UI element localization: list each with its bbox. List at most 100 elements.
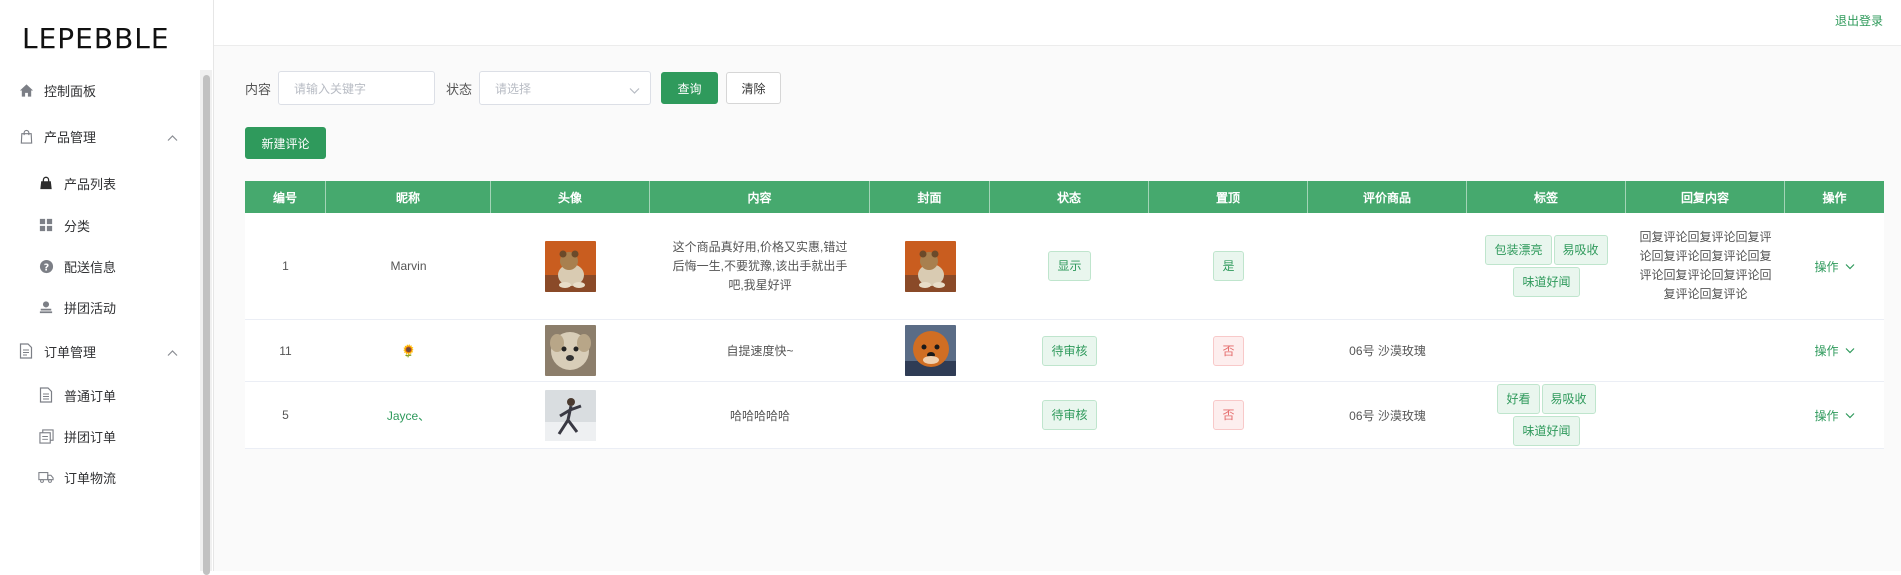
actions-dropdown[interactable]: 操作 bbox=[1814, 407, 1854, 424]
sidebar-item-label: 拼团活动 bbox=[64, 300, 117, 316]
tag-chip: 好看 bbox=[1497, 384, 1540, 414]
status-badge: 待审核 bbox=[1042, 335, 1097, 366]
avatar-image[interactable] bbox=[545, 240, 596, 292]
sidebar-item-label: 产品列表 bbox=[64, 176, 117, 192]
actions-label: 操作 bbox=[1814, 259, 1839, 274]
sidebar-scrollbar[interactable] bbox=[200, 70, 212, 575]
status-badge: 待审核 bbox=[1042, 400, 1097, 430]
cell-cover bbox=[870, 213, 990, 319]
status-select-placeholder: 请选择 bbox=[495, 81, 532, 96]
cell-product bbox=[1308, 213, 1467, 319]
cell-avatar bbox=[491, 382, 650, 448]
cell-status: 显示 bbox=[990, 213, 1149, 319]
user-icon bbox=[38, 299, 54, 315]
sidebar-item-group-buy[interactable]: 拼团活动 bbox=[0, 292, 196, 322]
sidebar-item-product-list[interactable]: 产品列表 bbox=[0, 168, 196, 198]
col-header-actions: 操作 bbox=[1822, 190, 1847, 205]
cover-image[interactable] bbox=[904, 325, 956, 376]
avatar-image[interactable] bbox=[545, 325, 596, 376]
sidebar-item-dashboard[interactable]: 控制面板 bbox=[0, 75, 196, 105]
col-header-status: 状态 bbox=[990, 181, 1149, 213]
sidebar-item-label: 产品管理 bbox=[44, 129, 97, 145]
chevron-down-icon bbox=[1845, 412, 1854, 418]
table-row: 5 Jayce、 哈哈哈哈哈 待审核 否 06号 沙漠玫瑰 好看 易吸收 味道好… bbox=[245, 382, 1884, 449]
cell-tags bbox=[1467, 320, 1626, 381]
grid-icon bbox=[38, 217, 54, 233]
clear-button[interactable]: 清除 bbox=[726, 72, 782, 104]
col-header-reply: 回复内容 bbox=[1626, 181, 1785, 213]
content-search-input[interactable]: 请输入关键字 bbox=[278, 71, 436, 105]
cell-reply bbox=[1626, 382, 1785, 448]
file-icon bbox=[38, 387, 54, 403]
cell-status: 待审核 bbox=[990, 320, 1149, 381]
col-header-id: 编号 bbox=[245, 181, 326, 213]
table-row: 11 🌻 自提速度快~ 待审核 否 06号 沙漠玫瑰 操作 bbox=[245, 320, 1884, 382]
scrollbar-thumb[interactable] bbox=[203, 75, 210, 575]
sidebar-item-label: 普通订单 bbox=[64, 388, 117, 404]
cell-tags: 包装漂亮 易吸收 味道好闻 bbox=[1467, 213, 1626, 319]
cell-product: 06号 沙漠玫瑰 bbox=[1349, 408, 1426, 423]
cell-status: 待审核 bbox=[990, 382, 1149, 448]
col-header-pinned: 置顶 bbox=[1149, 181, 1308, 213]
pinned-badge: 否 bbox=[1213, 335, 1244, 366]
pinned-badge: 否 bbox=[1213, 400, 1244, 430]
status-badge: 显示 bbox=[1048, 251, 1091, 281]
sidebar-item-label: 配送信息 bbox=[64, 259, 117, 275]
tag-chip: 易吸收 bbox=[1553, 235, 1608, 265]
pinned-badge: 是 bbox=[1213, 251, 1244, 281]
sidebar-item-normal-orders[interactable]: 普通订单 bbox=[0, 380, 196, 410]
cell-content: 哈哈哈哈哈 bbox=[729, 408, 790, 423]
cell-pinned: 是 bbox=[1149, 213, 1308, 319]
cell-actions: 操作 bbox=[1785, 213, 1884, 319]
content-search-placeholder: 请输入关键字 bbox=[294, 81, 367, 96]
table-header: 编号 昵称 头像 内容 封面 状态 置顶 评价商品 标签 回复内容 操作 bbox=[245, 181, 1884, 213]
cell-nickname: Marvin bbox=[390, 259, 427, 273]
chevron-down-icon bbox=[1845, 348, 1854, 354]
cell-pinned: 否 bbox=[1149, 320, 1308, 381]
comments-table: 编号 昵称 头像 内容 封面 状态 置顶 评价商品 标签 回复内容 操作 1 M… bbox=[245, 181, 1884, 449]
cell-product: 06号 沙漠玫瑰 bbox=[1349, 344, 1426, 358]
actions-label: 操作 bbox=[1814, 344, 1839, 358]
document-icon bbox=[18, 343, 34, 359]
cell-reply: 回复评论回复评论回复评论回复评论回复评论回复评论回复评论回复评论回复评论回复评论 bbox=[1639, 230, 1772, 301]
tag-chip: 包装漂亮 bbox=[1485, 235, 1552, 265]
cell-id: 11 bbox=[279, 343, 292, 358]
col-header-tags: 标签 bbox=[1467, 181, 1626, 213]
status-select[interactable]: 请选择 bbox=[479, 71, 652, 105]
cover-image[interactable] bbox=[904, 240, 956, 292]
actions-label: 操作 bbox=[1814, 408, 1839, 423]
col-header-avatar: 头像 bbox=[491, 181, 650, 213]
top-header: 退出登录 bbox=[214, 0, 1901, 46]
cell-tags: 好看 易吸收 味道好闻 bbox=[1467, 382, 1626, 448]
cell-avatar bbox=[491, 320, 650, 381]
chevron-up-icon bbox=[167, 345, 178, 360]
files-icon bbox=[38, 428, 54, 444]
actions-dropdown[interactable]: 操作 bbox=[1814, 258, 1854, 275]
sidebar-item-label: 订单管理 bbox=[44, 344, 97, 360]
cell-avatar bbox=[491, 213, 650, 319]
cell-id: 5 bbox=[282, 408, 289, 422]
cell-pinned: 否 bbox=[1149, 382, 1308, 448]
col-header-product: 评价商品 bbox=[1308, 181, 1467, 213]
sidebar-item-category[interactable]: 分类 bbox=[0, 210, 196, 240]
home-icon bbox=[18, 82, 34, 98]
sidebar-item-group-orders[interactable]: 拼团订单 bbox=[0, 421, 196, 451]
svg-text:?: ? bbox=[43, 262, 48, 273]
new-comment-button[interactable]: 新建评论 bbox=[245, 127, 326, 159]
sidebar-item-label: 分类 bbox=[64, 218, 91, 234]
tag-chip: 味道好闻 bbox=[1513, 416, 1580, 446]
main-content: 内容 请输入关键字 状态 请选择 查询 清除 新建评论 编号 昵称 头像 内容 … bbox=[214, 46, 1901, 571]
cell-nickname: 🌻 bbox=[401, 343, 416, 358]
sidebar-group-products[interactable]: 产品管理 bbox=[0, 121, 196, 151]
actions-dropdown[interactable]: 操作 bbox=[1814, 342, 1854, 359]
sidebar-item-label: 订单物流 bbox=[64, 470, 117, 486]
avatar-image[interactable] bbox=[545, 389, 596, 441]
logout-link[interactable]: 退出登录 bbox=[1835, 12, 1883, 29]
col-header-content: 内容 bbox=[650, 181, 870, 213]
sidebar-group-orders[interactable]: 订单管理 bbox=[0, 336, 196, 366]
cell-id: 1 bbox=[282, 259, 289, 273]
sidebar-item-delivery[interactable]: ? 配送信息 bbox=[0, 251, 196, 281]
sidebar-item-logistics[interactable]: 订单物流 bbox=[0, 462, 196, 492]
query-button[interactable]: 查询 bbox=[661, 72, 719, 104]
cell-content: 这个商品真好用,价格又实惠,错过后悔一生,不要犹豫,该出手就出手吧,我星好评 bbox=[672, 239, 848, 292]
